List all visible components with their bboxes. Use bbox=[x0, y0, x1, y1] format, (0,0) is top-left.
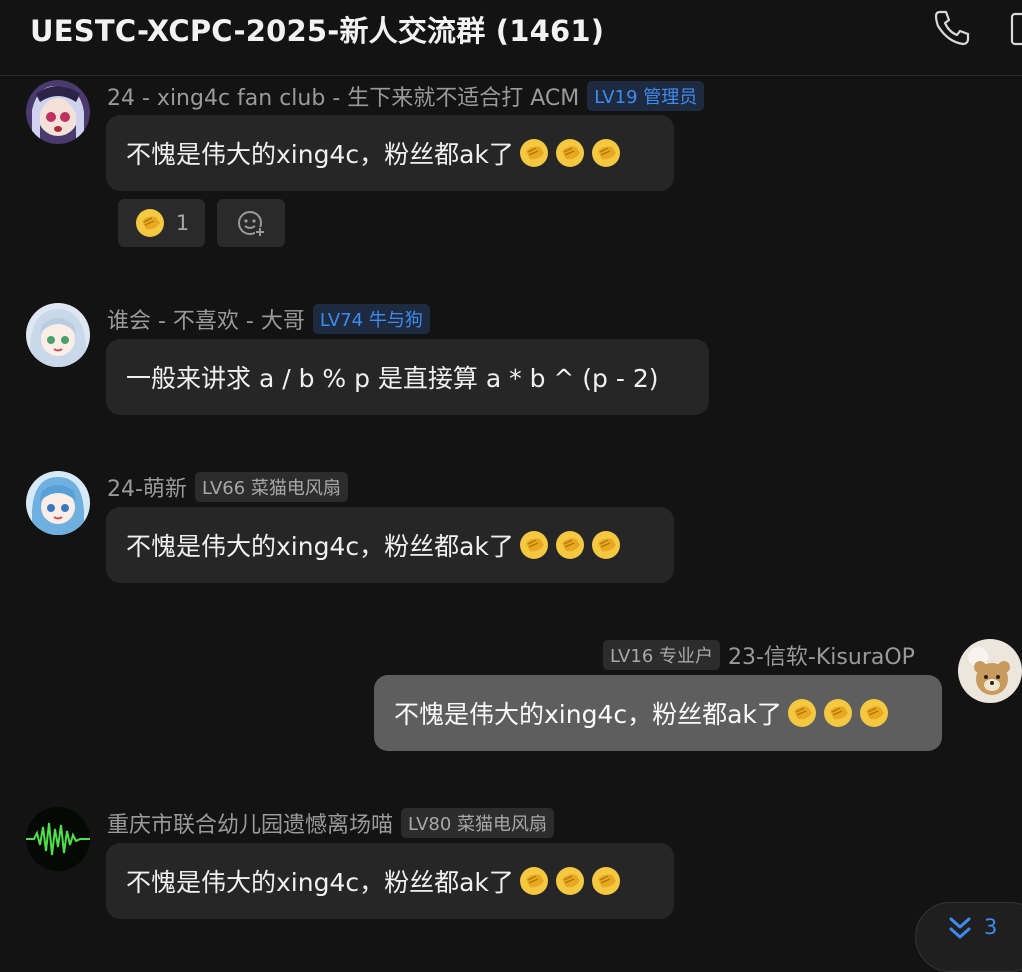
clap-icon bbox=[591, 139, 620, 167]
new-message-count: 3 bbox=[984, 915, 998, 939]
avatar[interactable] bbox=[26, 303, 90, 367]
message-bubble[interactable]: 不愧是伟大的xing4c，粉丝都ak了 bbox=[374, 675, 942, 751]
level-badge: LV74 牛与狗 bbox=[312, 304, 430, 334]
clap-icon bbox=[823, 699, 852, 727]
phone-icon[interactable] bbox=[930, 6, 974, 50]
sender-name[interactable]: 23-信软-KisuraOP bbox=[728, 639, 915, 671]
message-text: 一般来讲求 a / b % p 是直接算 a * b ^ (p - 2) bbox=[126, 364, 659, 393]
message-bubble[interactable]: 不愧是伟大的xing4c，粉丝都ak了 bbox=[106, 843, 674, 919]
clap-emoji-group bbox=[518, 137, 622, 169]
double-chevron-down-icon bbox=[949, 917, 971, 939]
level-badge: LV80 菜猫电风扇 bbox=[401, 808, 555, 838]
clap-icon bbox=[859, 699, 888, 727]
clap-icon bbox=[787, 699, 816, 727]
clap-emoji-group bbox=[518, 865, 622, 897]
level-badge: LV16 专业户 bbox=[603, 640, 720, 670]
message-text: 不愧是伟大的xing4c，粉丝都ak了 bbox=[126, 868, 514, 897]
sender-meta: 24 - xing4c fan club - 生下来就不适合打 ACM LV19… bbox=[107, 80, 705, 112]
avatar[interactable] bbox=[958, 639, 1022, 703]
more-icon[interactable] bbox=[1008, 6, 1022, 50]
avatar[interactable] bbox=[26, 80, 90, 144]
reaction-clap[interactable]: 1 bbox=[118, 199, 205, 247]
chat-header: UESTC-XCPC-2025-新人交流群 (1461) bbox=[0, 0, 1022, 76]
add-emoji-icon bbox=[238, 211, 265, 237]
sender-meta: LV16 专业户 23-信软-KisuraOP bbox=[603, 639, 915, 671]
clap-icon bbox=[555, 867, 584, 895]
message-bubble[interactable]: 一般来讲求 a / b % p 是直接算 a * b ^ (p - 2) bbox=[106, 339, 709, 415]
avatar[interactable] bbox=[26, 471, 90, 535]
level-badge: LV66 菜猫电风扇 bbox=[194, 472, 348, 502]
avatar[interactable] bbox=[26, 807, 90, 871]
add-reaction-button[interactable] bbox=[217, 199, 285, 247]
message-text: 不愧是伟大的xing4c，粉丝都ak了 bbox=[394, 700, 782, 729]
message-bubble[interactable]: 不愧是伟大的xing4c，粉丝都ak了 bbox=[106, 115, 674, 191]
sender-meta: 谁会 - 不喜欢 - 大哥 LV74 牛与狗 bbox=[107, 303, 430, 335]
clap-icon bbox=[519, 867, 548, 895]
clap-icon bbox=[555, 139, 584, 167]
clap-icon bbox=[591, 867, 620, 895]
clap-icon bbox=[591, 531, 620, 559]
sender-meta: 重庆市联合幼儿园遗憾离场喵 LV80 菜猫电风扇 bbox=[107, 807, 555, 839]
clap-icon bbox=[519, 139, 548, 167]
level-badge: LV19 管理员 bbox=[587, 81, 705, 111]
message-text: 不愧是伟大的xing4c，粉丝都ak了 bbox=[126, 140, 514, 169]
clap-icon bbox=[555, 531, 584, 559]
chat-title: UESTC-XCPC-2025-新人交流群 (1461) bbox=[30, 14, 605, 48]
clap-emoji-group bbox=[518, 529, 622, 561]
clap-emoji-group bbox=[786, 697, 890, 729]
sender-name[interactable]: 重庆市联合幼儿园遗憾离场喵 bbox=[107, 807, 393, 839]
clap-icon bbox=[519, 531, 548, 559]
scroll-to-bottom-button[interactable]: 3 bbox=[915, 902, 1022, 972]
message-bubble[interactable]: 不愧是伟大的xing4c，粉丝都ak了 bbox=[106, 507, 674, 583]
sender-name[interactable]: 谁会 - 不喜欢 - 大哥 bbox=[107, 303, 305, 335]
reaction-count: 1 bbox=[175, 211, 190, 235]
sender-name[interactable]: 24 - xing4c fan club - 生下来就不适合打 ACM bbox=[107, 80, 579, 112]
clap-icon bbox=[135, 209, 164, 237]
message-text: 不愧是伟大的xing4c，粉丝都ak了 bbox=[126, 532, 514, 561]
sender-name[interactable]: 24-萌新 bbox=[107, 471, 187, 503]
sender-meta: 24-萌新 LV66 菜猫电风扇 bbox=[107, 471, 348, 503]
